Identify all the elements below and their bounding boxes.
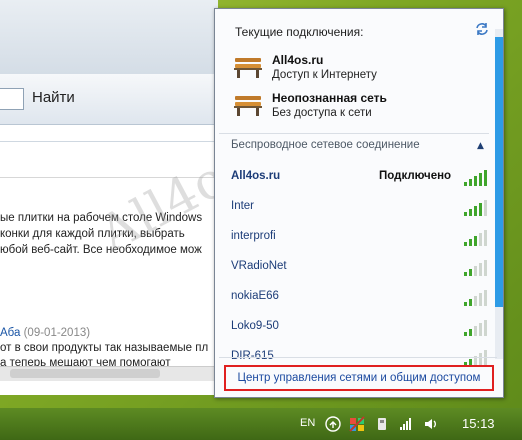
network-name: Inter [231,200,255,212]
divider [219,133,489,134]
search-button[interactable]: Найти [32,89,75,106]
connection-status: Без доступа к сети [272,107,372,119]
author-link[interactable]: Аба [0,327,20,339]
clock[interactable]: 15:13 [462,416,495,431]
connection-name: Неопознанная сеть [272,91,387,105]
wireless-network-item[interactable]: Loko9-50 [231,316,491,338]
current-connections-header: Текущие подключения: [235,25,364,39]
language-indicator[interactable]: EN [300,417,315,429]
divider [219,357,497,358]
browser-window: Найти ые плитки на рабочем столе Windows… [0,0,218,395]
article-date: (09-01-2013) [23,327,91,339]
network-name: nokiaE66 [231,290,279,302]
vertical-scrollbar[interactable] [495,29,503,359]
bench-icon [233,55,263,83]
taskbar: EN 15:13 [0,408,522,440]
signal-strength-icon [464,258,488,280]
wireless-network-item[interactable]: Inter [231,196,491,218]
wireless-section-title: Беспроводное сетевое соединение [231,139,420,151]
wireless-network-item[interactable]: nokiaE66 [231,286,491,308]
network-state: Подключено [379,170,452,182]
article-meta: Аба (09-01-2013) [0,327,90,339]
wireless-network-item[interactable]: interprofi [231,226,491,248]
wireless-network-item[interactable]: All4os.ru Подключено [231,166,491,188]
signal-strength-icon [464,168,488,190]
network-name: All4os.ru [231,170,281,182]
signal-strength-icon [464,228,488,250]
article-text: юбой веб-сайт. Все необходимое мож [0,244,202,256]
divider [0,141,218,142]
browser-toolbar [0,0,218,74]
signal-strength-icon [464,288,488,310]
action-center-icon[interactable] [349,416,365,432]
wireless-network-item[interactable]: VRadioNet [231,256,491,278]
network-sharing-center-link[interactable]: Центр управления сетями и общим доступом [224,365,494,391]
article-text: ые плитки на рабочем столе Windows [0,212,203,224]
network-name: DIR-615 [231,350,274,362]
refresh-icon[interactable] [474,21,490,37]
connection-status: Доступ к Интернету [272,69,377,81]
bench-icon [233,93,263,121]
signal-strength-icon [464,318,488,340]
network-flyout: Текущие подключения: All4os.ru Доступ к … [214,8,504,398]
volume-icon[interactable] [423,416,439,432]
network-name: interprofi [231,230,276,242]
article-text: от в свои продукты так называемые пл [0,342,209,354]
signal-strength-icon [464,198,488,220]
search-input[interactable] [0,88,24,110]
help-icon[interactable] [325,416,341,432]
chevron-up-icon[interactable]: ▲ [477,141,484,151]
horizontal-scrollbar[interactable] [0,366,218,381]
scrollbar-thumb[interactable] [495,37,503,307]
connection-name: All4os.ru [272,53,324,67]
network-icon[interactable] [398,416,414,432]
connection-item[interactable]: All4os.ru Доступ к Интернету [233,53,453,87]
article-text: конки для каждой плитки, выбрать [0,228,185,240]
connection-item[interactable]: Неопознанная сеть Без доступа к сети [233,91,453,125]
network-name: Loko9-50 [231,320,279,332]
usb-icon[interactable] [374,416,390,432]
network-name: VRadioNet [231,260,287,272]
divider [0,177,218,178]
